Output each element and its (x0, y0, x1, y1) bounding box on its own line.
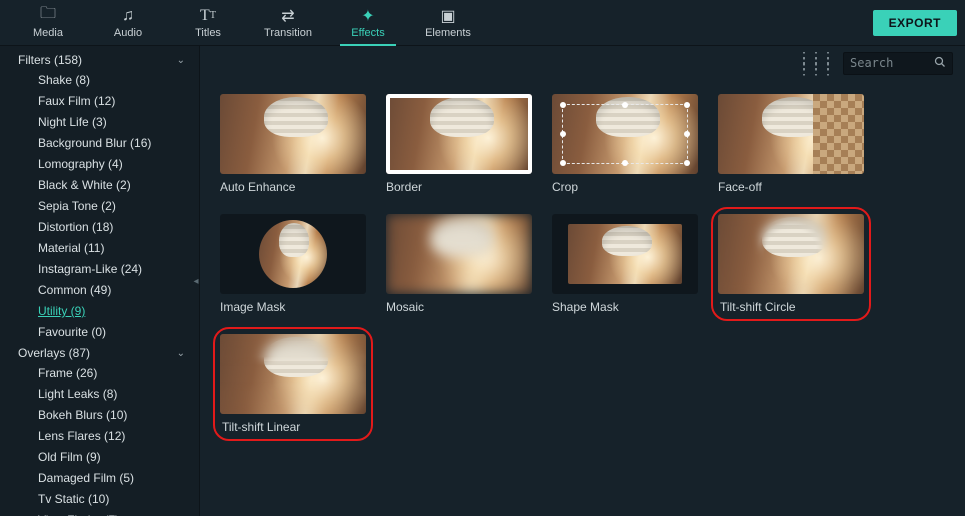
search-input[interactable] (850, 56, 930, 70)
sidebar-item[interactable]: Faux Film (12) (0, 91, 199, 112)
main-tabs: 🗀 Media ♫ Audio TT Titles ⇄ Transition ✦… (8, 0, 488, 46)
search-box[interactable] (843, 52, 953, 75)
sidebar-item[interactable]: Frame (26) (0, 363, 199, 384)
sidebar-category[interactable]: Overlays (87) ⌄ (0, 343, 199, 363)
sidebar-item[interactable]: Bokeh Blurs (10) (0, 405, 199, 426)
tab-effects[interactable]: ✦ Effects (328, 0, 408, 46)
annotation-highlight: Tilt-shift Linear (213, 327, 373, 441)
effect-thumbnail[interactable] (220, 334, 366, 414)
effect-label: Tilt-shift Linear (222, 420, 366, 434)
effect-label: Crop (552, 180, 698, 194)
effect-thumbnail[interactable] (718, 214, 864, 294)
effects-panel: ⋮⋮⋮⋮⋮⋮⋮⋮⋮ Auto Enhance Border Crop Face-off… (200, 46, 965, 516)
effect-label: Tilt-shift Circle (720, 300, 864, 314)
sidebar-item[interactable]: Black & White (2) (0, 175, 199, 196)
effect-thumbnail[interactable] (718, 94, 864, 174)
text-icon: TT (200, 7, 216, 25)
effect-label: Image Mask (220, 300, 366, 314)
tab-label: Audio (114, 27, 142, 39)
sidebar-item[interactable]: Shake (8) (0, 70, 199, 91)
export-button[interactable]: EXPORT (873, 10, 957, 36)
sidebar-item[interactable]: Common (49) (0, 280, 199, 301)
tab-titles[interactable]: TT Titles (168, 0, 248, 46)
category-label: Filters (158) (18, 53, 82, 67)
sidebar-item[interactable]: Old Film (9) (0, 447, 199, 468)
sidebar-item[interactable]: Instagram-Like (24) (0, 259, 199, 280)
search-icon (934, 56, 946, 71)
category-sidebar: Filters (158) ⌄ Shake (8)Faux Film (12)Nig… (0, 46, 200, 516)
grid-view-icon[interactable]: ⋮⋮⋮⋮⋮⋮⋮⋮⋮ (797, 54, 833, 72)
sparkle-icon: ✦ (361, 7, 374, 25)
effect-thumbnail[interactable] (552, 214, 698, 294)
effect-label: Shape Mask (552, 300, 698, 314)
sidebar-item[interactable]: Tv Static (10) (0, 489, 199, 510)
sidebar-item[interactable]: Utility (9) (0, 301, 199, 322)
effect-label: Auto Enhance (220, 180, 366, 194)
sidebar-item[interactable]: Sepia Tone (2) (0, 196, 199, 217)
chevron-down-icon: ⌄ (177, 348, 185, 359)
effect-thumbnail[interactable] (220, 214, 366, 294)
effect-thumbnail[interactable] (386, 214, 532, 294)
effect-label: Border (386, 180, 532, 194)
tab-elements[interactable]: ▣ Elements (408, 0, 488, 46)
sidebar-item[interactable]: Distortion (18) (0, 217, 199, 238)
topbar: 🗀 Media ♫ Audio TT Titles ⇄ Transition ✦… (0, 0, 965, 46)
sidebar-item[interactable]: View Finder (7) (0, 510, 199, 516)
music-note-icon: ♫ (122, 7, 134, 25)
sidebar-collapse-handle[interactable]: ◂ (192, 261, 200, 301)
sidebar-item[interactable]: Light Leaks (8) (0, 384, 199, 405)
effect-thumbnail[interactable] (386, 94, 532, 174)
sidebar-item[interactable]: Material (11) (0, 238, 199, 259)
image-icon: ▣ (440, 7, 455, 25)
sidebar-item[interactable]: Background Blur (16) (0, 133, 199, 154)
effect-label: Face-off (718, 180, 864, 194)
tab-transition[interactable]: ⇄ Transition (248, 0, 328, 46)
tab-media[interactable]: 🗀 Media (8, 0, 88, 46)
tab-audio[interactable]: ♫ Audio (88, 0, 168, 46)
sidebar-item[interactable]: Lomography (4) (0, 154, 199, 175)
annotation-highlight: Tilt-shift Circle (711, 207, 871, 321)
effects-grid: Auto Enhance Border Crop Face-off Image Mask… (200, 80, 965, 448)
transition-icon: ⇄ (281, 7, 294, 25)
tab-label: Transition (264, 27, 312, 39)
sidebar-item[interactable]: Night Life (3) (0, 112, 199, 133)
chevron-down-icon: ⌄ (177, 55, 185, 66)
folder-icon: 🗀 (40, 7, 56, 25)
sidebar-item[interactable]: Lens Flares (12) (0, 426, 199, 447)
sidebar-item[interactable]: Favourite (0) (0, 322, 199, 343)
tab-label: Media (33, 27, 63, 39)
effect-label: Mosaic (386, 300, 532, 314)
sidebar-category[interactable]: Filters (158) ⌄ (0, 50, 199, 70)
tab-label: Effects (351, 27, 384, 39)
category-label: Overlays (87) (18, 346, 90, 360)
tab-label: Elements (425, 27, 471, 39)
effect-thumbnail[interactable] (220, 94, 366, 174)
content-toolbar: ⋮⋮⋮⋮⋮⋮⋮⋮⋮ (200, 46, 965, 80)
tab-label: Titles (195, 27, 221, 39)
effect-thumbnail[interactable] (552, 94, 698, 174)
sidebar-item[interactable]: Damaged Film (5) (0, 468, 199, 489)
